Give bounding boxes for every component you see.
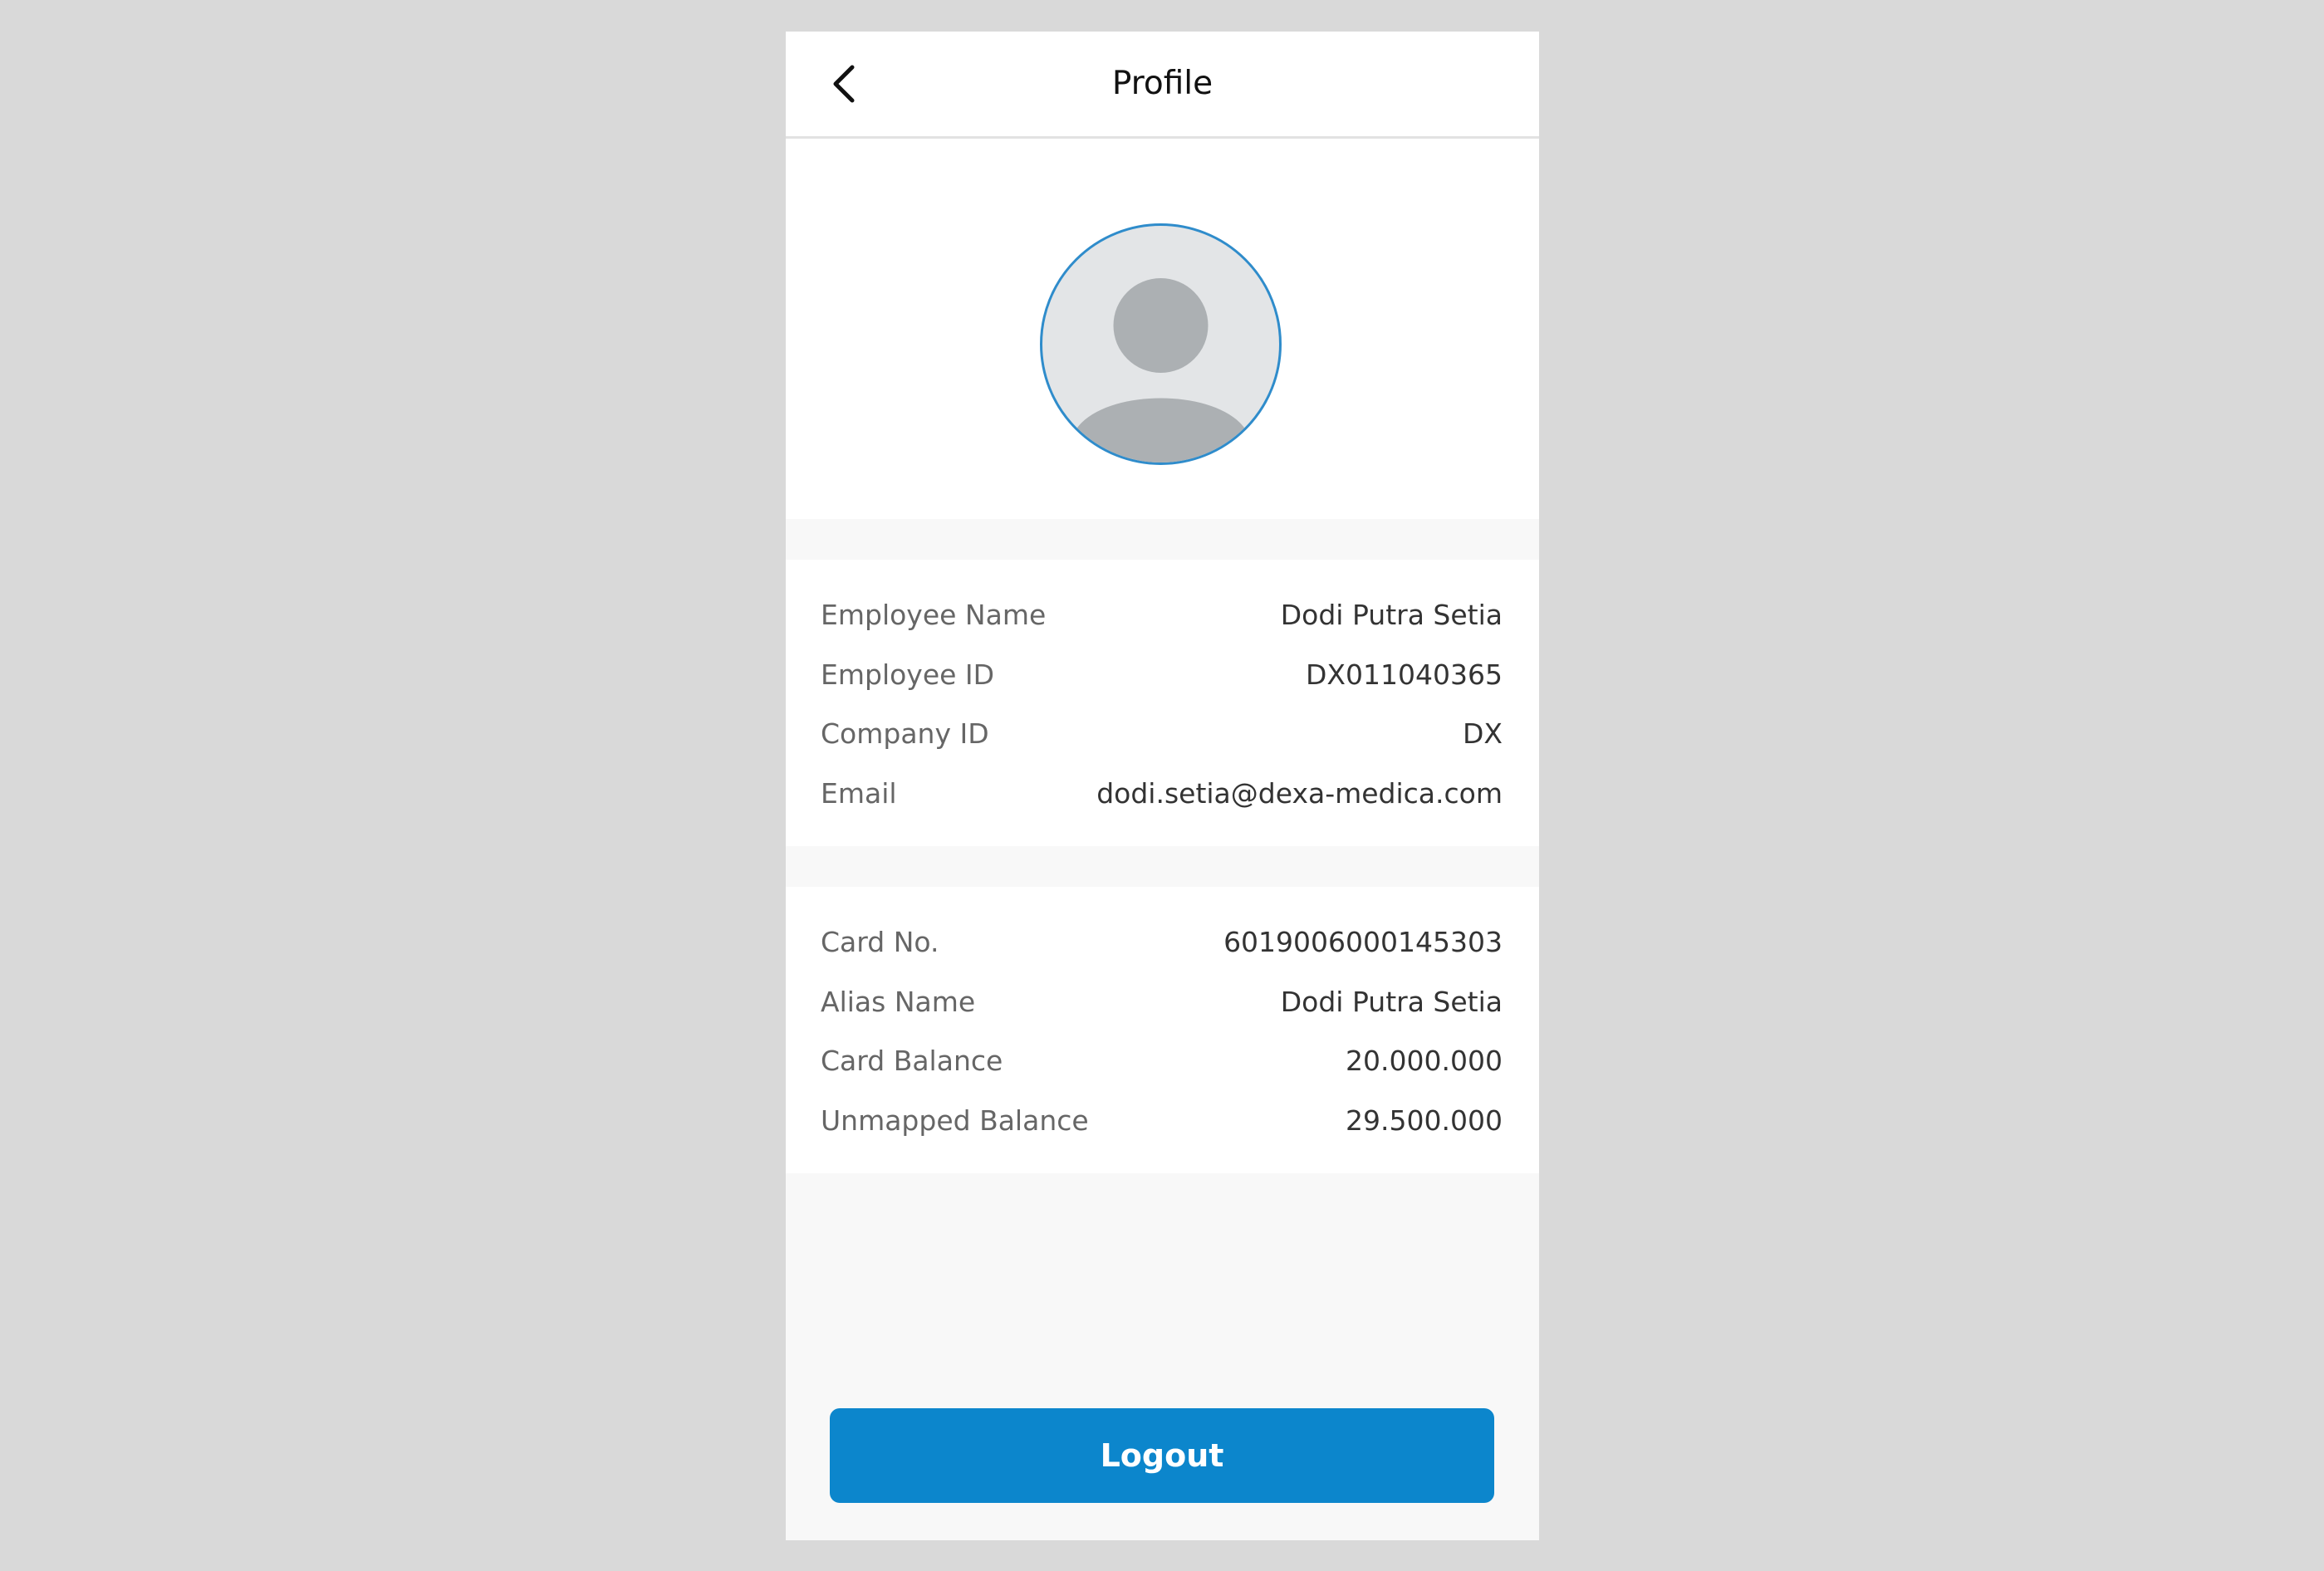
card-balance-value: 20.000.000 xyxy=(1346,1044,1503,1077)
employee-info-section: Employee Name Dodi Putra Setia Employee … xyxy=(786,560,1539,846)
employee-id-row: Employee ID DX011040365 xyxy=(821,649,1503,699)
employee-id-value: DX011040365 xyxy=(1306,658,1503,691)
employee-id-label: Employee ID xyxy=(821,658,995,691)
unmapped-balance-label: Unmapped Balance xyxy=(821,1104,1089,1137)
company-id-row: Company ID DX xyxy=(821,708,1503,758)
employee-name-value: Dodi Putra Setia xyxy=(1280,598,1503,631)
company-id-label: Company ID xyxy=(821,717,989,750)
card-info-section: Card No. 6019006000145303 Alias Name Dod… xyxy=(786,887,1539,1173)
card-no-label: Card No. xyxy=(821,925,939,958)
avatar xyxy=(1040,223,1282,465)
unmapped-balance-value: 29.500.000 xyxy=(1346,1104,1503,1137)
alias-name-label: Alias Name xyxy=(821,985,976,1018)
company-id-value: DX xyxy=(1462,717,1503,750)
profile-screen: Profile Employee Name Dodi Putra Setia E… xyxy=(786,32,1539,1540)
email-value: dodi.setia@dexa-medica.com xyxy=(1096,776,1503,810)
email-label: Email xyxy=(821,776,897,810)
card-no-row: Card No. 6019006000145303 xyxy=(821,917,1503,967)
email-row: Email dodi.setia@dexa-medica.com xyxy=(821,768,1503,818)
card-balance-label: Card Balance xyxy=(821,1044,1003,1077)
user-placeholder-icon xyxy=(1071,278,1251,462)
alias-name-value: Dodi Putra Setia xyxy=(1280,985,1503,1018)
logout-button[interactable]: Logout xyxy=(830,1408,1494,1503)
card-balance-row: Card Balance 20.000.000 xyxy=(821,1035,1503,1085)
app-header: Profile xyxy=(786,32,1539,139)
card-no-value: 6019006000145303 xyxy=(1223,925,1503,958)
alias-name-row: Alias Name Dodi Putra Setia xyxy=(821,976,1503,1026)
employee-name-label: Employee Name xyxy=(821,598,1047,631)
page-title: Profile xyxy=(1111,65,1213,102)
employee-name-row: Employee Name Dodi Putra Setia xyxy=(821,590,1503,639)
unmapped-balance-row: Unmapped Balance 29.500.000 xyxy=(821,1095,1503,1145)
avatar-section xyxy=(786,139,1539,519)
